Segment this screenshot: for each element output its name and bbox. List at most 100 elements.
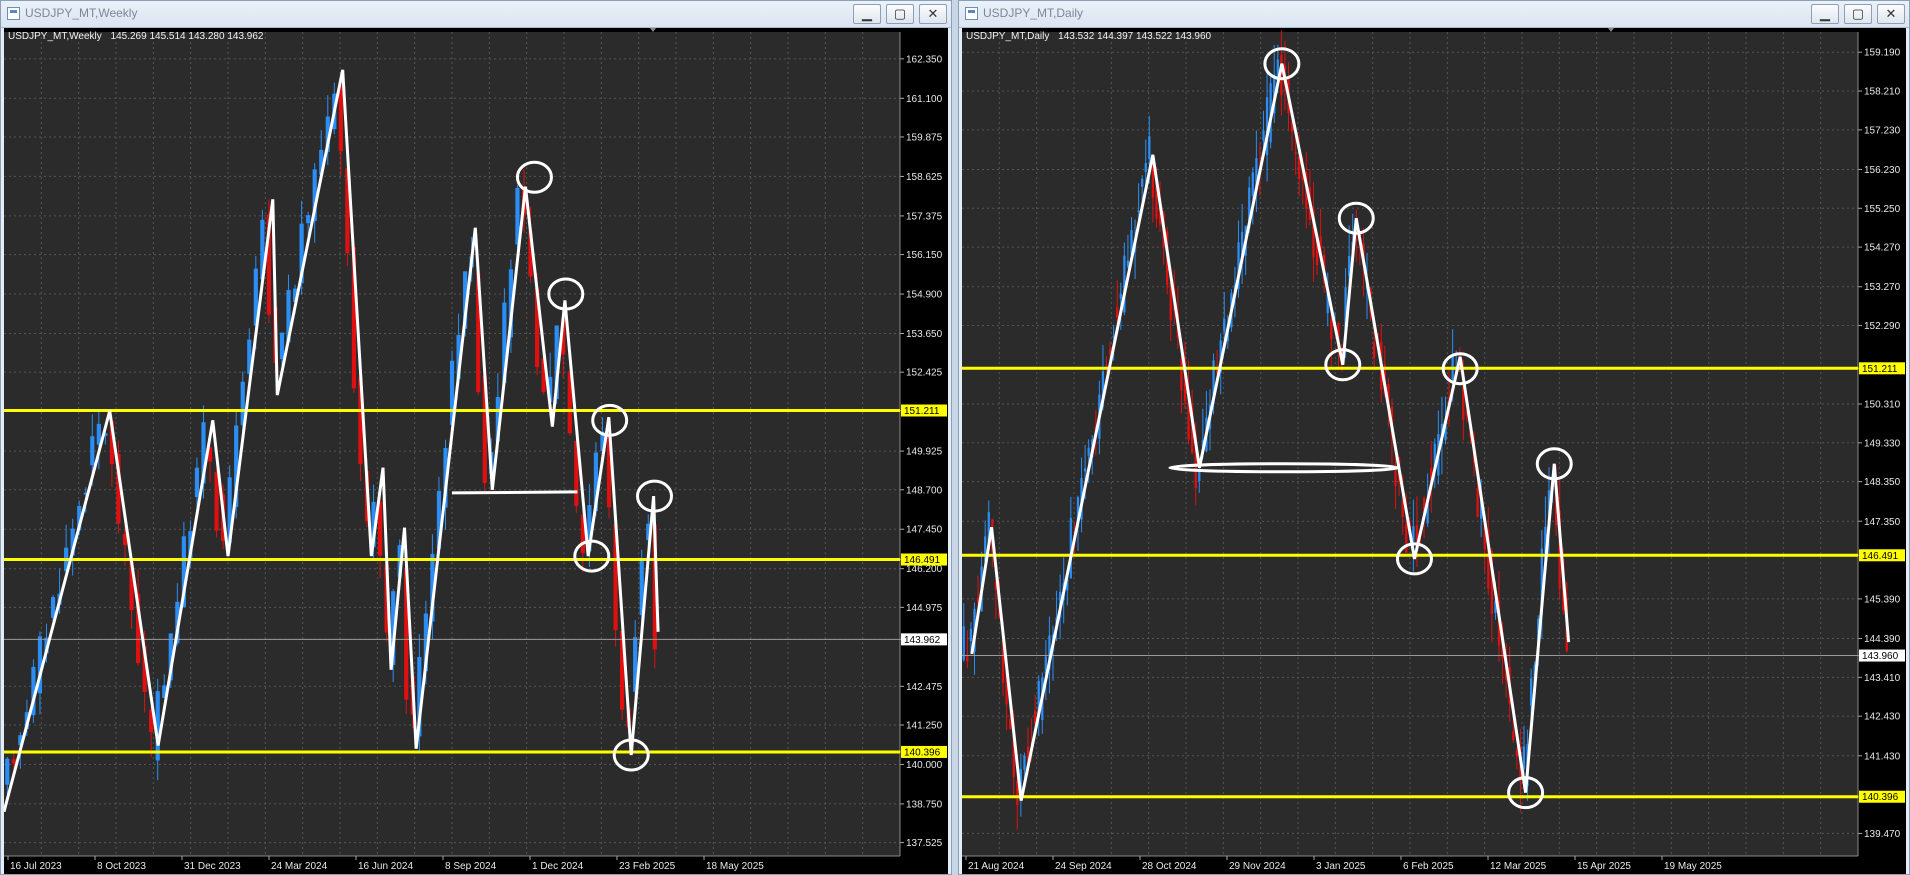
candle-body (1330, 318, 1333, 340)
candle-body (962, 626, 965, 660)
minimize-button[interactable]: ▁ (853, 4, 881, 24)
chart-header: USDJPY_MT,Daily 143.532 144.397 143.522 … (966, 31, 1211, 42)
candle-body (1105, 365, 1108, 367)
maximize-button[interactable]: ▢ (1844, 4, 1872, 24)
time-tick-label: 21 Aug 2024 (968, 861, 1025, 872)
candle-body (1144, 162, 1147, 173)
level-price-label: 151.211 (904, 406, 940, 417)
price-tick-label: 150.310 (1864, 399, 1901, 410)
candle-body (194, 467, 200, 498)
price-tick-label: 147.350 (1864, 517, 1901, 528)
price-tick-label: 157.375 (906, 211, 943, 222)
price-tick-label: 149.330 (1864, 438, 1901, 449)
level-price-label: 151.211 (1862, 364, 1898, 375)
price-tick-label: 144.975 (906, 603, 943, 614)
candle-body (1141, 178, 1144, 187)
chart-window-icon (965, 7, 978, 20)
minimize-icon: ▁ (862, 6, 872, 21)
chart-canvas[interactable]: 162.350 161.100 159.875 158.625 157.375 156.1… (4, 28, 948, 874)
window-title: USDJPY_MT,Daily (983, 6, 1084, 20)
price-tick-label: 161.100 (906, 94, 943, 105)
candle-body (214, 471, 219, 531)
price-tick-label: 158.210 (1864, 87, 1901, 98)
ohlc-open: 145.269 (110, 31, 147, 42)
price-tick-label: 158.625 (906, 172, 943, 183)
window-titlebar[interactable]: USDJPY_MT,Daily ▁ ▢ ✕ (959, 1, 1909, 28)
candle-body (338, 84, 343, 152)
candle-body (1223, 319, 1226, 332)
candle-body (1119, 293, 1122, 299)
daily-chart-window[interactable]: USDJPY_MT,Daily ▁ ▢ ✕ 159.190 158.210 157.… (958, 0, 1910, 875)
candle-body (306, 215, 311, 224)
time-tick-label: 16 Jun 2024 (358, 861, 413, 872)
price-tick-label: 152.425 (906, 368, 943, 379)
maximize-button[interactable]: ▢ (886, 4, 914, 24)
candle-body (1476, 488, 1479, 518)
level-price-label: 146.491 (904, 555, 941, 566)
price-tick-label: 156.230 (1864, 165, 1901, 176)
time-tick-label: 15 Apr 2025 (1577, 861, 1631, 872)
time-tick-label: 31 Dec 2023 (184, 861, 241, 872)
price-chart[interactable]: 162.350 161.100 159.875 158.625 157.375 156.1… (4, 28, 948, 874)
level-price-label: 146.491 (1862, 551, 1899, 562)
price-tick-label: 153.270 (1864, 282, 1901, 293)
price-tick-label: 142.430 (1864, 712, 1901, 723)
price-tick-label: 155.250 (1864, 204, 1901, 215)
weekly-chart-window[interactable]: USDJPY_MT,Weekly ▁ ▢ ✕ 162.350 161.100 159… (0, 0, 952, 875)
time-tick-label: 6 Feb 2025 (1403, 861, 1454, 872)
time-tick-label: 24 Mar 2024 (271, 861, 328, 872)
price-tick-label: 140.000 (906, 760, 943, 771)
drawn-horizontal-line (451, 490, 578, 495)
price-tick-label: 141.430 (1864, 751, 1901, 762)
time-tick-label: 19 May 2025 (1664, 861, 1722, 872)
price-tick-label: 149.925 (906, 447, 943, 458)
price-tick-label: 147.450 (906, 525, 943, 536)
close-button[interactable]: ✕ (1877, 4, 1905, 24)
ohlc-close: 143.960 (1174, 31, 1212, 42)
time-tick-label: 29 Nov 2024 (1229, 861, 1286, 872)
price-chart[interactable]: 159.190 158.210 157.230 156.230 155.250 154.2… (962, 28, 1906, 874)
time-tick-label: 24 Sep 2024 (1055, 861, 1112, 872)
close-button[interactable]: ✕ (919, 4, 947, 24)
price-tick-label: 137.525 (906, 838, 943, 849)
candle-body (969, 628, 973, 642)
candle-body (90, 436, 95, 466)
candle-body (1083, 468, 1087, 472)
candle-body (1023, 755, 1026, 770)
price-tick-label: 153.650 (906, 329, 943, 340)
chart-symbol: USDJPY_MT,Weekly (8, 31, 102, 42)
ohlc-low: 143.280 (188, 31, 225, 42)
chart-canvas[interactable]: 159.190 158.210 157.230 156.230 155.250 154.2… (962, 28, 1906, 874)
candle-body (1262, 130, 1265, 141)
price-tick-label: 144.390 (1864, 634, 1901, 645)
maximize-icon: ▢ (1851, 6, 1865, 21)
price-tick-label: 143.410 (1864, 673, 1901, 684)
window-titlebar[interactable]: USDJPY_MT,Weekly ▁ ▢ ✕ (1, 1, 951, 28)
candle-body (1137, 210, 1140, 212)
current-price-label: 143.962 (904, 635, 941, 646)
current-price-label: 143.960 (1862, 651, 1899, 662)
candle-body (1522, 746, 1526, 769)
chart-window-icon (7, 7, 20, 20)
price-tick-label: 159.190 (1864, 48, 1901, 59)
time-tick-label: 28 Oct 2024 (1142, 861, 1197, 872)
price-tick-label: 159.875 (906, 132, 943, 143)
candle-body (279, 332, 285, 360)
minimize-button[interactable]: ▁ (1811, 4, 1839, 24)
time-tick-label: 23 Feb 2025 (619, 861, 676, 872)
close-icon: ✕ (927, 6, 939, 21)
ohlc-high: 145.514 (149, 31, 186, 42)
candle-body (1198, 471, 1201, 481)
price-tick-label: 145.390 (1864, 594, 1901, 605)
price-tick-label: 138.750 (906, 799, 943, 810)
price-tick-label: 157.230 (1864, 125, 1901, 136)
level-price-label: 140.396 (904, 747, 941, 758)
close-icon: ✕ (1885, 6, 1897, 21)
window-title: USDJPY_MT,Weekly (25, 6, 138, 20)
price-tick-label: 139.470 (1864, 829, 1901, 840)
time-tick-label: 1 Dec 2024 (532, 861, 584, 872)
candle-body (11, 759, 16, 764)
price-tick-label: 154.270 (1864, 243, 1901, 254)
ohlc-high: 144.397 (1097, 31, 1134, 42)
price-tick-label: 141.250 (906, 720, 943, 731)
